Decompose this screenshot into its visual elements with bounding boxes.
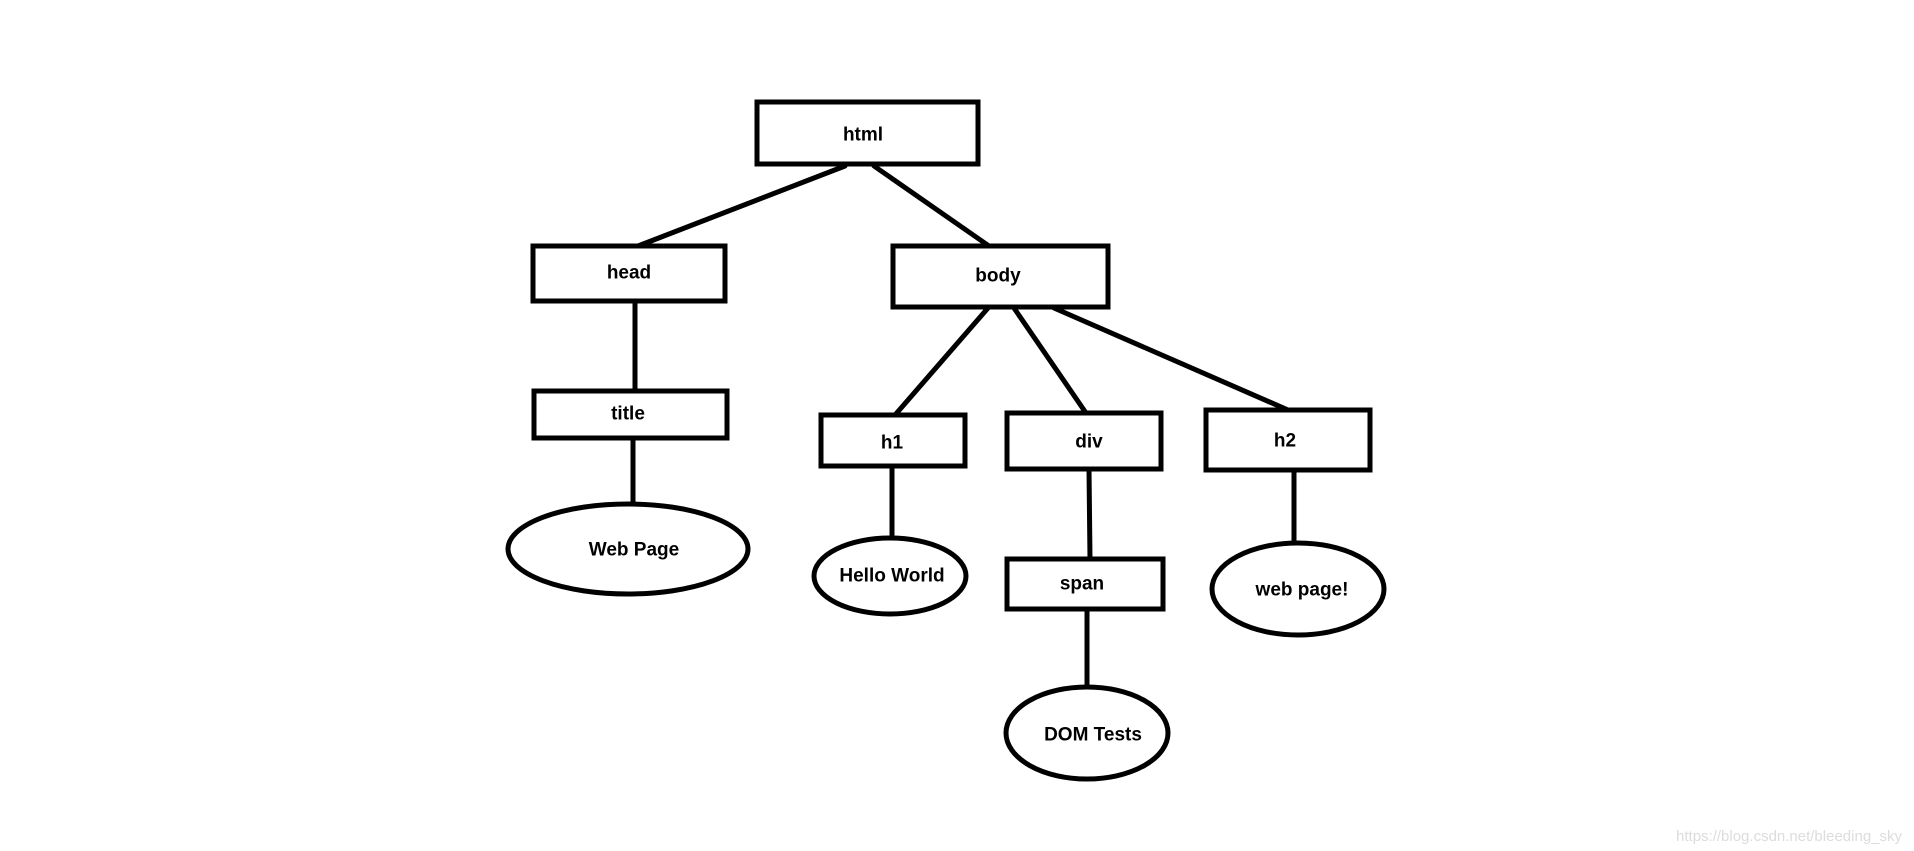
node-helloworld-label: Hello World (839, 566, 944, 587)
node-h2-label: h2 (1274, 431, 1296, 452)
edge-html-head (635, 163, 848, 249)
edge-body-div (1011, 305, 1089, 416)
dom-tree-diagram: html head body title h1 div h2 span Web … (505, 99, 1387, 782)
node-span-label: span (1060, 574, 1104, 595)
edge-body-h2 (1051, 305, 1291, 413)
edge-html-body (871, 163, 992, 249)
node-title-label: title (611, 404, 645, 425)
edge-body-h1 (892, 305, 991, 418)
node-webpage2-label: web page! (1255, 580, 1349, 601)
node-head-label: head (607, 263, 651, 284)
node-domtests-label: DOM Tests (1044, 725, 1142, 746)
edge-div-span (1086, 466, 1093, 562)
watermark: https://blog.csdn.net/bleeding_sky (1676, 828, 1902, 845)
node-body-label: body (975, 266, 1021, 287)
node-h1-label: h1 (881, 433, 904, 454)
node-div-label: div (1075, 432, 1103, 453)
node-html-label: html (843, 125, 883, 146)
node-webpage-label: Web Page (589, 540, 679, 561)
